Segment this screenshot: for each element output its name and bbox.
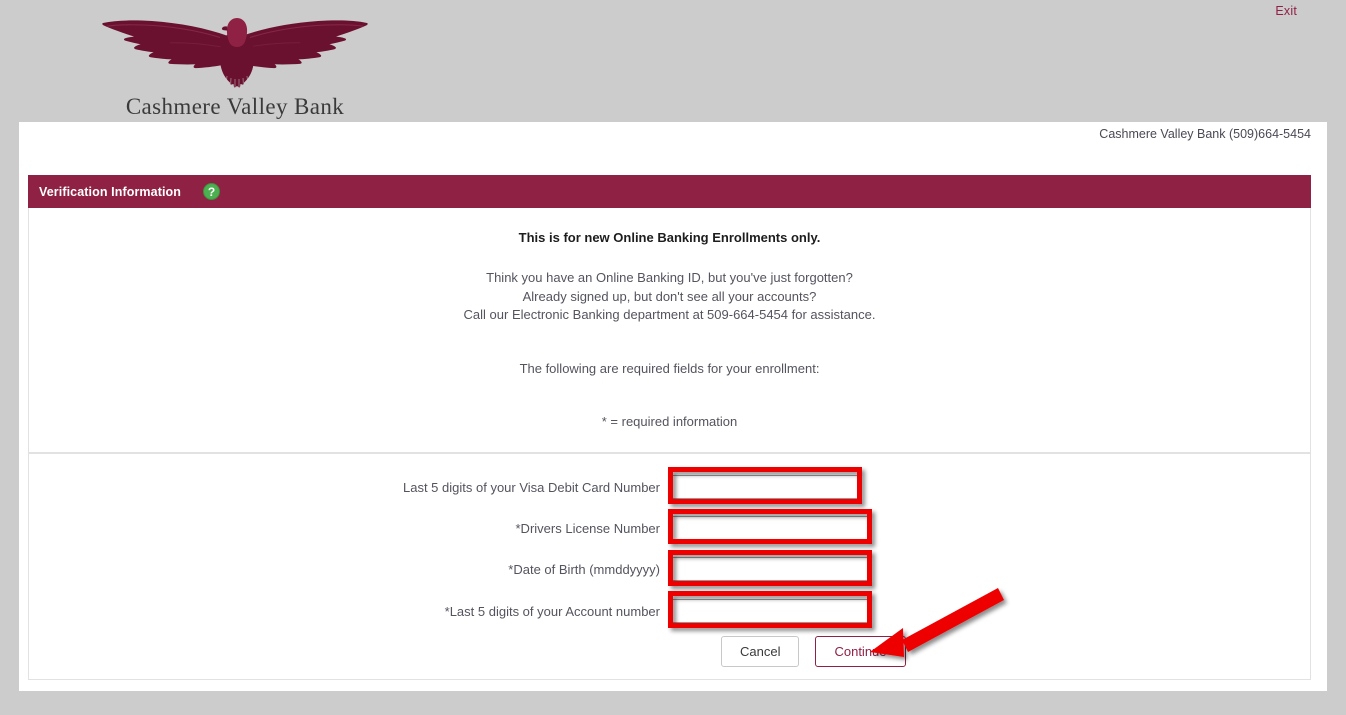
- date-of-birth-label: *Date of Birth (mmddyyyy): [508, 561, 660, 577]
- info-lead-text: This is for new Online Banking Enrollmen…: [518, 230, 821, 245]
- info-box: This is for new Online Banking Enrollmen…: [28, 208, 1311, 454]
- page-title: Verification Information: [39, 184, 181, 199]
- date-of-birth-field[interactable]: [671, 557, 869, 581]
- section-header: Verification Information ?: [28, 175, 1311, 208]
- required-legend: * = required information: [601, 413, 738, 429]
- bank-contact-line: Cashmere Valley Bank (509)664-5454: [1099, 127, 1311, 141]
- brand-logo: Cashmere Valley Bank: [100, 14, 370, 120]
- eagle-logo-icon: [102, 18, 368, 88]
- visa-debit-card-last5-label: Last 5 digits of your Visa Debit Card Nu…: [403, 479, 660, 495]
- info-line-1: Think you have an Online Banking ID, but…: [486, 270, 853, 285]
- account-number-last5-label: *Last 5 digits of your Account number: [444, 603, 660, 619]
- info-line-3: Call our Electronic Banking department a…: [463, 307, 876, 322]
- cancel-button[interactable]: Cancel: [721, 636, 800, 667]
- continue-button[interactable]: Continue: [815, 636, 906, 667]
- brand-name: Cashmere Valley Bank: [125, 94, 345, 119]
- field-row: *Last 5 digits of your Account number: [29, 599, 1310, 623]
- page-panel: Cashmere Valley Bank (509)664-5454 Verif…: [19, 122, 1327, 691]
- field-row: *Date of Birth (mmddyyyy): [29, 557, 1310, 581]
- help-question-icon[interactable]: ?: [203, 183, 220, 200]
- field-row: *Drivers License Number: [29, 516, 1310, 540]
- required-fields-note: The following are required fields for yo…: [519, 360, 820, 376]
- visa-debit-card-last5-field[interactable]: [671, 475, 861, 499]
- field-row: Last 5 digits of your Visa Debit Card Nu…: [29, 475, 1310, 499]
- account-number-last5-field[interactable]: [671, 599, 869, 623]
- form-actions: Cancel Continue: [29, 636, 1310, 667]
- info-line-2: Already signed up, but don't see all you…: [522, 288, 817, 304]
- drivers-license-number-field[interactable]: [671, 516, 869, 540]
- exit-link[interactable]: Exit: [1275, 4, 1297, 18]
- drivers-license-number-label: *Drivers License Number: [515, 520, 661, 536]
- verification-form: Last 5 digits of your Visa Debit Card Nu…: [28, 452, 1311, 680]
